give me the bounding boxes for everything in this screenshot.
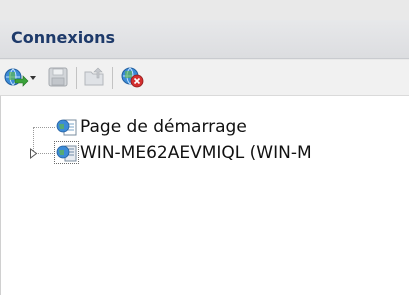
disconnect-icon [121, 67, 144, 88]
save-button[interactable] [47, 66, 69, 88]
expand-arrow-icon[interactable] [29, 148, 38, 159]
tree-item-start-page[interactable]: Page de démarrage [0, 114, 409, 153]
tree-item-label: Page de démarrage [80, 117, 247, 137]
connections-tree: Page de démarrage WIN-ME62AEVMIQL (WIN-M [0, 96, 409, 295]
save-icon [48, 67, 68, 87]
up-button[interactable] [83, 66, 105, 88]
start-page-icon [56, 119, 77, 136]
pane-title: Connexions [11, 28, 116, 47]
tree-item-label: WIN-ME62AEVMIQL (WIN-M [80, 143, 312, 163]
divider [0, 96, 1, 295]
server-icon [56, 145, 77, 162]
toolbar-separator [76, 67, 77, 89]
toolbar [0, 60, 409, 96]
folder-up-icon [84, 67, 104, 86]
globe-connect-icon [4, 68, 36, 87]
connect-button[interactable] [3, 66, 37, 88]
tree-connector [33, 127, 55, 128]
disconnect-button[interactable] [120, 66, 144, 88]
connections-pane: Connexions Page de démarrage WIN-ME62AEV… [0, 0, 409, 295]
toolbar-separator [112, 67, 113, 89]
pane-header: Connexions [0, 20, 409, 59]
tree-item-server[interactable]: WIN-ME62AEVMIQL (WIN-M [0, 140, 409, 166]
